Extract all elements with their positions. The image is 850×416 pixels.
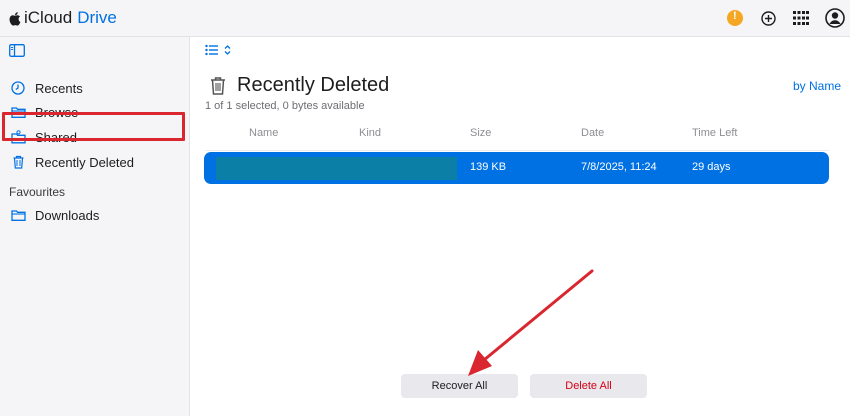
recover-all-button[interactable]: Recover All — [401, 374, 518, 398]
account-icon[interactable] — [825, 8, 845, 28]
column-header-size[interactable]: Size — [470, 127, 491, 139]
trash-icon — [13, 155, 24, 169]
header-divider — [205, 150, 829, 151]
column-header-time-left[interactable]: Time Left — [692, 127, 737, 139]
page-title: Recently Deleted — [237, 74, 390, 96]
redacted-file-name — [216, 157, 457, 180]
app-brand[interactable]: iCloud Drive — [8, 8, 117, 28]
sidebar-item-label: Recents — [35, 81, 83, 96]
app-grid-icon[interactable] — [792, 9, 810, 27]
trash-icon — [211, 77, 225, 95]
top-bar: iCloud Drive ! — [0, 0, 850, 37]
brand-icloud: iCloud — [24, 8, 73, 27]
sidebar-item-label: Downloads — [35, 208, 100, 223]
list-view-toggle-icon[interactable] — [205, 43, 235, 57]
alert-glyph: ! — [733, 10, 737, 22]
sidebar-item-downloads[interactable]: Downloads — [0, 203, 190, 227]
selection-status: 1 of 1 selected, 0 bytes available — [205, 100, 365, 112]
row-size: 139 KB — [470, 161, 507, 173]
apple-logo-icon — [9, 11, 21, 26]
alert-icon[interactable]: ! — [726, 9, 744, 27]
sidebar-item-recents[interactable]: Recents — [0, 76, 190, 100]
brand-drive: Drive — [77, 8, 117, 27]
main-content: Recently Deleted 1 of 1 selected, 0 byte… — [191, 37, 850, 416]
folder-icon — [11, 210, 26, 221]
annotation-highlight-box — [2, 112, 185, 141]
sidebar-item-label: Recently Deleted — [35, 155, 134, 170]
row-date: 7/8/2025, 11:24 — [581, 161, 657, 173]
column-header-name[interactable]: Name — [249, 127, 278, 139]
delete-all-button[interactable]: Delete All — [530, 374, 647, 398]
sort-by-button[interactable]: by Name — [793, 79, 841, 93]
column-header-date[interactable]: Date — [581, 127, 604, 139]
clock-icon — [11, 81, 25, 95]
table-row[interactable]: 139 KB 7/8/2025, 11:24 29 days — [204, 152, 829, 184]
sidebar: Recents Browse Shared Recently Deleted F… — [0, 37, 190, 416]
sidebar-toggle-icon[interactable] — [9, 44, 25, 57]
row-time-left: 29 days — [692, 161, 731, 173]
column-header-kind[interactable]: Kind — [359, 127, 381, 139]
add-icon[interactable] — [759, 9, 777, 27]
sidebar-section-favourites: Favourites — [9, 185, 66, 199]
sidebar-item-recently-deleted[interactable]: Recently Deleted — [0, 150, 190, 174]
